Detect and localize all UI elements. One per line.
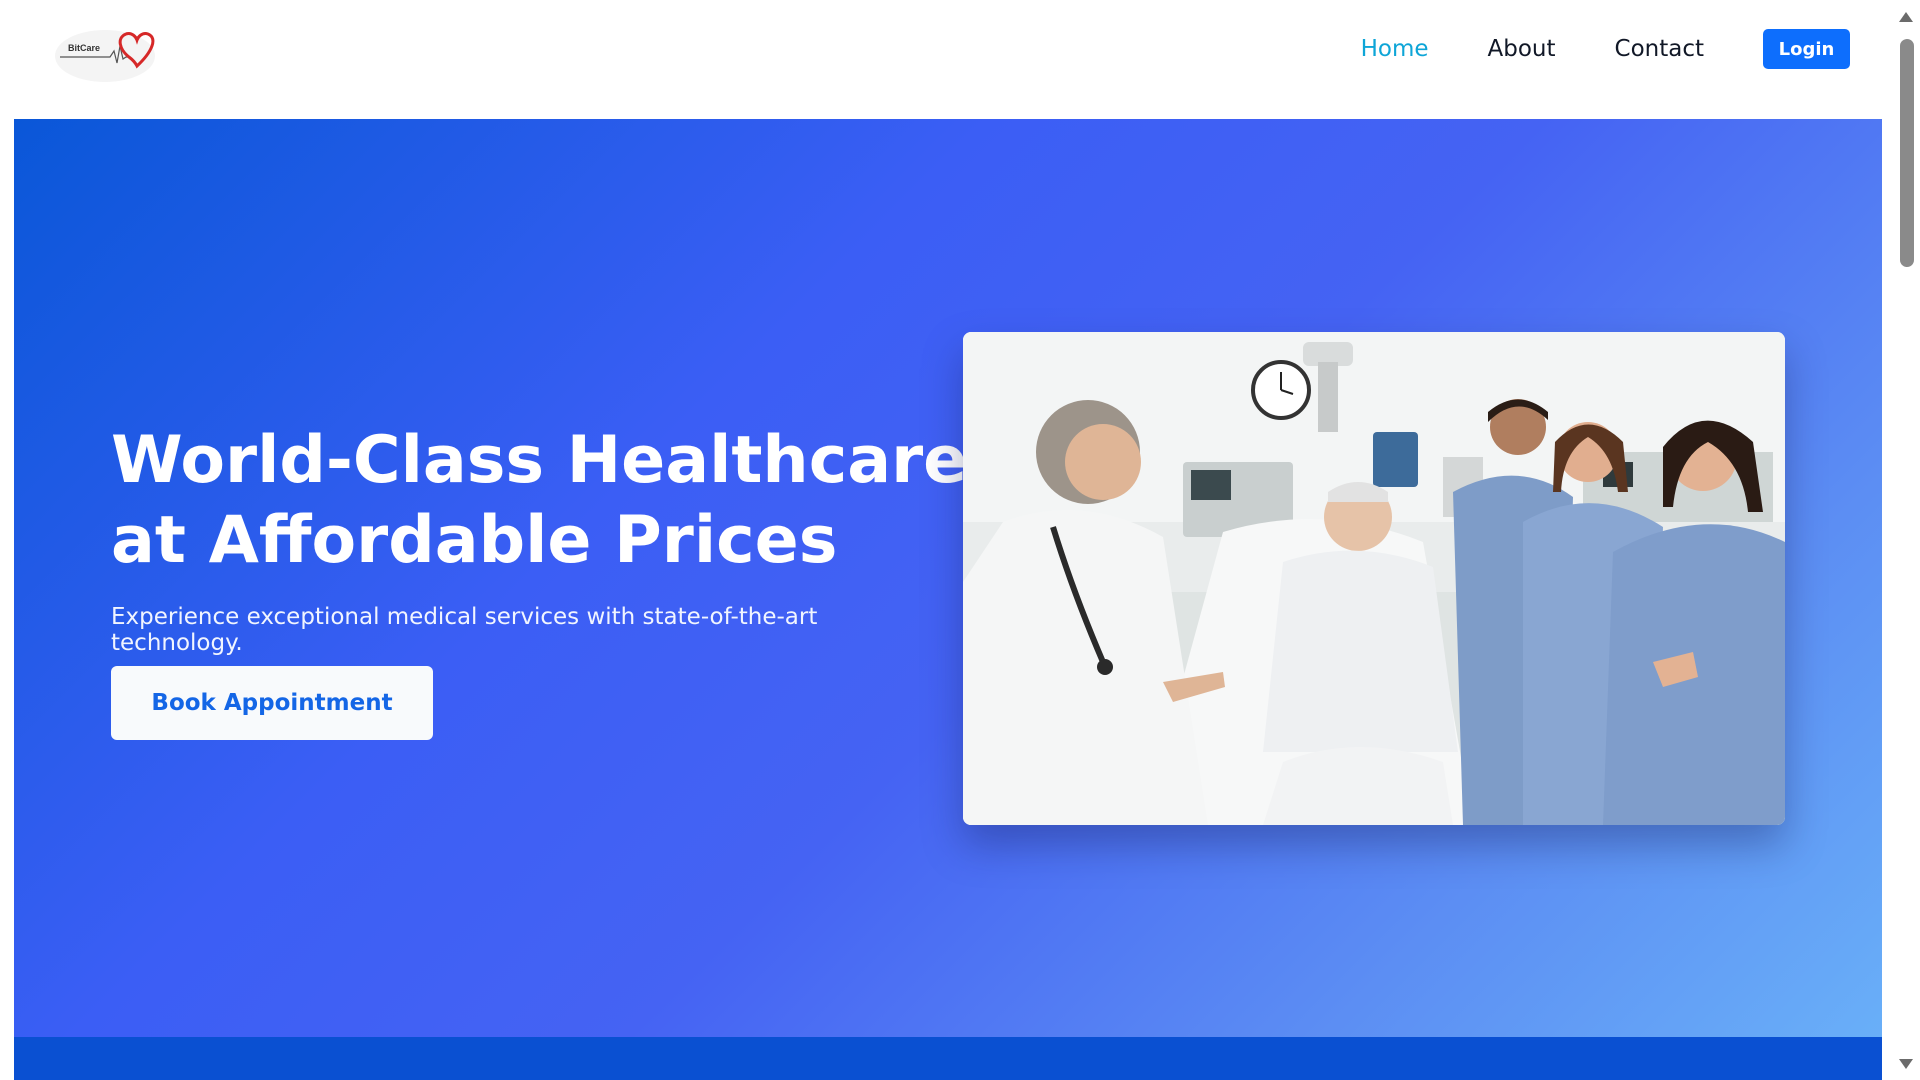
navbar: BitCare Home About Contact Login xyxy=(14,0,1882,119)
scroll-down-arrow-icon[interactable] xyxy=(1899,1059,1913,1069)
nav-home-link[interactable]: Home xyxy=(1361,36,1429,62)
nav-links: Home About Contact Login xyxy=(1361,28,1850,70)
next-section-band xyxy=(14,1037,1882,1080)
bitcare-logo[interactable]: BitCare xyxy=(52,26,158,86)
heartbeat-heart-icon xyxy=(55,30,155,82)
scroll-up-arrow-icon[interactable] xyxy=(1899,12,1913,22)
page-left-margin xyxy=(0,0,14,1080)
hero-subtitle: Experience exceptional medical services … xyxy=(111,604,818,656)
login-button[interactable]: Login xyxy=(1763,29,1850,69)
hero-photo xyxy=(963,332,1785,825)
hero-section: World-Class Healthcare at Affordable Pri… xyxy=(14,119,1882,1037)
book-appointment-button[interactable]: Book Appointment xyxy=(111,666,433,740)
logo-text: BitCare xyxy=(68,43,101,53)
hero-title: World-Class Healthcare at Affordable Pri… xyxy=(111,423,968,578)
hospital-room-photo-illustration xyxy=(963,332,1785,825)
scrollbar-thumb[interactable] xyxy=(1900,39,1914,267)
nav-contact-link[interactable]: Contact xyxy=(1615,36,1704,62)
nav-about-link[interactable]: About xyxy=(1488,36,1556,62)
